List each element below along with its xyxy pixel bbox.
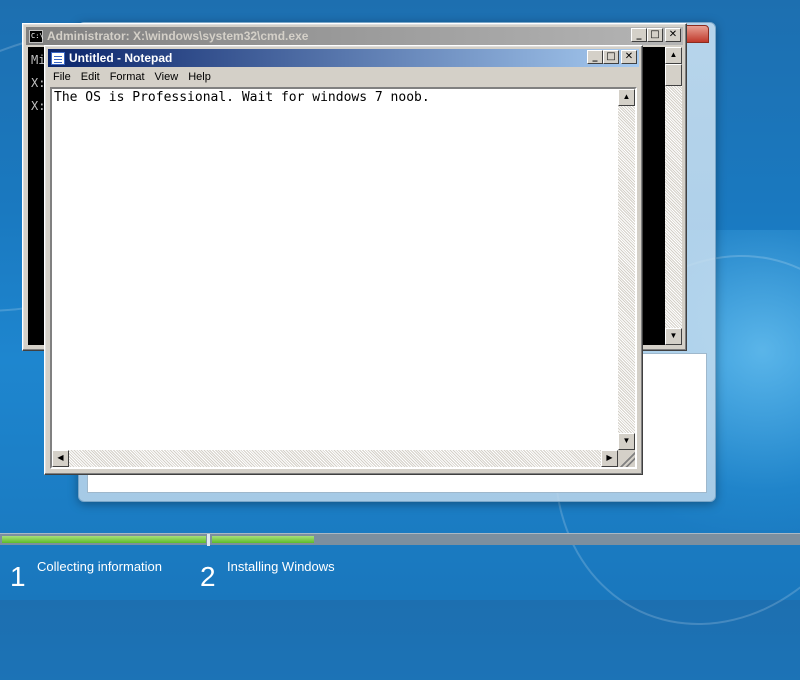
scroll-down-arrow-icon[interactable]: ▼ (665, 328, 682, 345)
scroll-up-arrow-icon[interactable]: ▲ (618, 89, 635, 106)
setup-progress-bar (0, 533, 800, 546)
notepad-icon (51, 51, 65, 65)
cmd-vertical-scrollbar[interactable]: ▲ ▼ (665, 47, 682, 345)
notepad-minimize-button[interactable]: _ (587, 50, 603, 64)
step-number: 2 (200, 561, 216, 592)
progress-segment-collecting (2, 536, 206, 543)
resize-grip-icon[interactable] (618, 450, 635, 467)
cmd-scroll-thumb[interactable] (665, 64, 682, 86)
notepad-horizontal-scrollbar[interactable]: ◀ ▶ (52, 450, 618, 467)
cmd-close-button[interactable]: ✕ (665, 28, 681, 42)
menu-help[interactable]: Help (183, 71, 216, 83)
notepad-title: Untitled - Notepad (69, 51, 173, 65)
menu-format[interactable]: Format (105, 71, 150, 83)
scroll-right-arrow-icon[interactable]: ▶ (601, 450, 618, 467)
cmd-minimize-button[interactable]: _ (631, 28, 647, 42)
cmd-title: Administrator: X:\windows\system32\cmd.e… (47, 29, 309, 43)
notepad-menubar: File Edit Format View Help (48, 68, 639, 86)
notepad-maximize-button[interactable]: □ (603, 50, 619, 64)
scroll-left-arrow-icon[interactable]: ◀ (52, 450, 69, 467)
progress-segment-installing (212, 536, 314, 543)
step-label: Installing Windows (227, 559, 335, 574)
scroll-down-arrow-icon[interactable]: ▼ (618, 433, 635, 450)
notepad-titlebar[interactable]: Untitled - Notepad _ □ ✕ (48, 49, 639, 67)
scroll-up-arrow-icon[interactable]: ▲ (665, 47, 682, 64)
cmd-titlebar[interactable]: C:\ Administrator: X:\windows\system32\c… (26, 27, 683, 45)
menu-view[interactable]: View (150, 71, 184, 83)
progress-divider (207, 534, 210, 546)
notepad-editor[interactable]: The OS is Professional. Wait for windows… (50, 87, 637, 469)
cmd-maximize-button[interactable]: □ (647, 28, 663, 42)
notepad-text[interactable]: The OS is Professional. Wait for windows… (52, 89, 618, 450)
menu-file[interactable]: File (48, 71, 76, 83)
notepad-window[interactable]: Untitled - Notepad _ □ ✕ File Edit Forma… (44, 45, 643, 475)
cmd-icon: C:\ (29, 29, 44, 43)
menu-edit[interactable]: Edit (76, 71, 105, 83)
notepad-vertical-scrollbar[interactable]: ▲ ▼ (618, 89, 635, 450)
step-number: 1 (10, 561, 26, 592)
notepad-close-button[interactable]: ✕ (621, 50, 637, 64)
step-label: Collecting information (37, 559, 163, 574)
